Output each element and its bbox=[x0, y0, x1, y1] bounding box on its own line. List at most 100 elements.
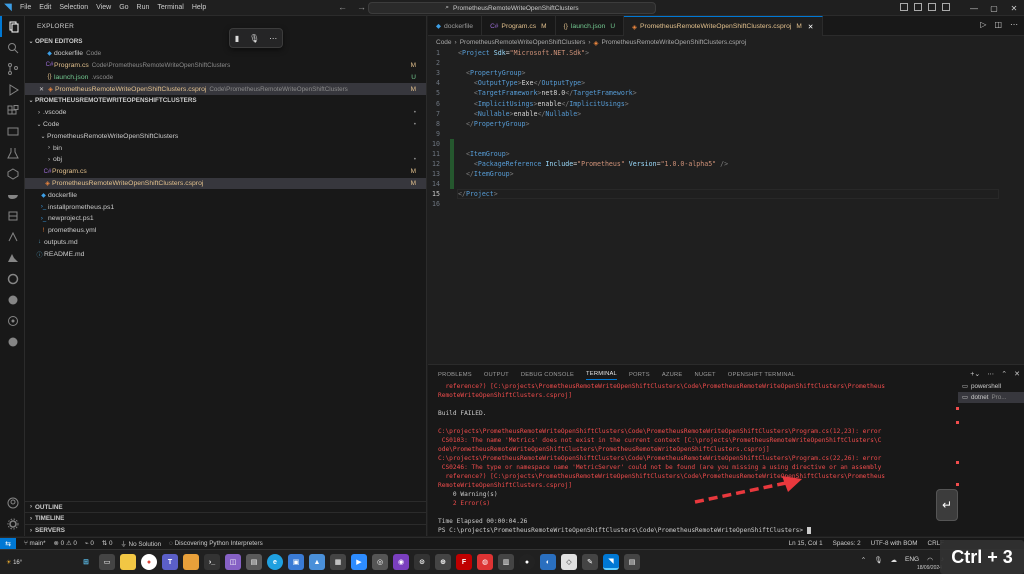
tree-file[interactable]: ◈ PrometheusRemoteWriteOpenShiftClusters… bbox=[25, 177, 426, 190]
redhat-icon[interactable] bbox=[0, 289, 25, 310]
open-editors-section[interactable]: ⌄ OPEN EDITORS bbox=[25, 36, 426, 48]
app-icon[interactable]: ◫ bbox=[225, 554, 241, 570]
git-status[interactable]: ⇅ 0 bbox=[102, 540, 113, 547]
code-line[interactable]: 11 <ItemGroup> bbox=[428, 148, 1024, 159]
tekton-icon[interactable] bbox=[0, 310, 25, 331]
tab-ports[interactable]: PORTS bbox=[629, 372, 650, 378]
settings-gear-icon[interactable] bbox=[0, 513, 25, 534]
app-icon[interactable]: ⊕ bbox=[435, 554, 451, 570]
tab-csproj[interactable]: ◈ PrometheusRemoteWriteOpenShiftClusters… bbox=[624, 16, 823, 36]
wifi-icon[interactable]: ◠ bbox=[927, 556, 933, 564]
tab-azure[interactable]: AZURE bbox=[662, 372, 683, 378]
code-line[interactable]: 10 bbox=[428, 138, 1024, 149]
app-icon[interactable]: ◍ bbox=[477, 554, 493, 570]
menu-terminal[interactable]: Terminal bbox=[157, 4, 183, 11]
close-icon[interactable]: ✕ bbox=[808, 23, 814, 31]
tab-openshift-terminal[interactable]: OPENSHIFT TERMINAL bbox=[728, 372, 796, 378]
clock-date[interactable]: 18/09/2024 bbox=[917, 565, 942, 571]
microphone-icon[interactable]: 🎙 bbox=[249, 34, 259, 43]
breadcrumb-item[interactable]: Code bbox=[436, 39, 452, 46]
breadcrumb-item[interactable]: PrometheusRemoteWriteOpenShiftClusters bbox=[460, 39, 586, 46]
open-editor-item[interactable]: {} launch.json .vscode U bbox=[25, 71, 426, 83]
toggle-panel-icon[interactable] bbox=[914, 3, 922, 11]
open-editor-item[interactable]: ✕ ◈ PrometheusRemoteWriteOpenShiftCluste… bbox=[25, 83, 426, 95]
tree-folder[interactable]: ⌄ Code • bbox=[25, 119, 426, 131]
toggle-sidebar-icon[interactable] bbox=[900, 3, 908, 11]
edge-icon[interactable]: e bbox=[267, 554, 283, 570]
drag-handle-icon[interactable]: ▮ bbox=[235, 34, 239, 43]
close-icon[interactable]: ✕ bbox=[1004, 4, 1024, 13]
tree-file[interactable]: ◆ dockerfile bbox=[25, 189, 426, 201]
open-editor-item[interactable]: ◆ dockerfile Code bbox=[25, 48, 426, 60]
menu-help[interactable]: Help bbox=[192, 4, 206, 11]
code-line[interactable]: 1 <Project Sdk="Microsoft.NET.Sdk"> bbox=[428, 48, 1024, 58]
tab-nuget[interactable]: NUGET bbox=[695, 372, 716, 378]
app-icon[interactable]: ▤ bbox=[624, 554, 640, 570]
app-icon[interactable]: ◎ bbox=[372, 554, 388, 570]
explorer-icon[interactable] bbox=[0, 16, 25, 37]
tree-file[interactable]: ↓ outputs.md bbox=[25, 237, 426, 249]
split-editor-icon[interactable]: ◫ bbox=[994, 20, 1002, 29]
cloud-icon[interactable]: ☁ bbox=[890, 556, 897, 564]
app-icon[interactable]: ⊙ bbox=[414, 554, 430, 570]
terminal-app-icon[interactable]: ›_ bbox=[204, 554, 220, 570]
code-line[interactable]: 15 </Project> bbox=[428, 189, 1024, 200]
photos-icon[interactable]: ▲ bbox=[309, 554, 325, 570]
app-icon[interactable]: ✎ bbox=[582, 554, 598, 570]
calculator-icon[interactable]: ▦ bbox=[330, 554, 346, 570]
chevron-up-icon[interactable]: ⌃ bbox=[861, 556, 866, 564]
branch-status[interactable]: ⑂ main* bbox=[24, 540, 46, 547]
search-icon[interactable] bbox=[0, 37, 25, 58]
terminal-list-item[interactable]: ▭ dotnet Pro... bbox=[958, 392, 1024, 403]
tree-file[interactable]: ! prometheus.yml bbox=[25, 225, 426, 237]
remote-explorer-icon[interactable] bbox=[0, 121, 25, 142]
forward-arrow-icon[interactable]: → bbox=[357, 2, 366, 12]
more-actions-icon[interactable]: ⋯ bbox=[1010, 20, 1018, 29]
close-icon[interactable]: ✕ bbox=[1014, 370, 1020, 378]
app-icon[interactable]: ▣ bbox=[288, 554, 304, 570]
maximize-icon[interactable]: ▢ bbox=[984, 4, 1004, 13]
menu-file[interactable]: File bbox=[20, 4, 31, 11]
tree-folder[interactable]: › .vscode • bbox=[25, 107, 426, 119]
app-icon[interactable]: ▤ bbox=[246, 554, 262, 570]
azure-icon[interactable] bbox=[0, 247, 25, 268]
run-debug-icon[interactable] bbox=[0, 79, 25, 100]
back-arrow-icon[interactable]: ← bbox=[338, 2, 347, 12]
customize-layout-icon[interactable] bbox=[942, 3, 950, 11]
tab-problems[interactable]: PROBLEMS bbox=[438, 372, 472, 378]
outline-section[interactable]: › OUTLINE bbox=[25, 500, 427, 513]
workspace-section[interactable]: ⌄ PROMETHEUSREMOTEWRITEOPENSHIFTCLUSTERS bbox=[25, 95, 426, 107]
command-center-search[interactable]: ⌕ PrometheusRemoteWriteOpenShiftClusters bbox=[368, 2, 656, 14]
tree-folder[interactable]: › obj • bbox=[25, 154, 426, 166]
code-line[interactable]: 6 <ImplicitUsings>enable</ImplicitUsings… bbox=[428, 98, 1024, 108]
servers-section[interactable]: › SERVERS bbox=[25, 524, 427, 536]
start-icon[interactable]: ⊞ bbox=[78, 554, 94, 570]
account-icon[interactable] bbox=[0, 492, 25, 513]
file-explorer-icon[interactable] bbox=[120, 554, 136, 570]
taskview-icon[interactable]: ▭ bbox=[99, 554, 115, 570]
folder-icon[interactable] bbox=[183, 554, 199, 570]
code-line[interactable]: 5 <TargetFramework>net8.0</TargetFramewo… bbox=[428, 88, 1024, 98]
run-icon[interactable]: ▷ bbox=[980, 20, 986, 29]
tab-dockerfile[interactable]: ◆ dockerfile bbox=[428, 16, 483, 36]
code-editor[interactable]: 1 <Project Sdk="Microsoft.NET.Sdk"> 2 3 <Pr… bbox=[428, 48, 1024, 364]
menu-run[interactable]: Run bbox=[137, 4, 150, 11]
terminal-list-item[interactable]: ▭ powershell bbox=[958, 381, 1024, 392]
code-line[interactable]: 13 </ItemGroup> bbox=[428, 169, 1024, 180]
chrome-icon[interactable]: ● bbox=[141, 554, 157, 570]
docker-icon[interactable] bbox=[0, 184, 25, 205]
ports-status[interactable]: ⌁ 0 bbox=[85, 540, 94, 547]
app-icon[interactable]: ◉ bbox=[393, 554, 409, 570]
code-line[interactable]: 2 bbox=[428, 58, 1024, 68]
indentation[interactable]: Spaces: 2 bbox=[833, 540, 861, 547]
app-icon[interactable]: ▥ bbox=[498, 554, 514, 570]
database-icon[interactable] bbox=[0, 205, 25, 226]
weather-widget[interactable]: ☀ 16° bbox=[0, 559, 40, 566]
breadcrumb-item[interactable]: PrometheusRemoteWriteOpenShiftClusters.c… bbox=[602, 39, 747, 46]
testing-icon[interactable] bbox=[0, 142, 25, 163]
new-terminal-icon[interactable]: +⌄ bbox=[970, 370, 980, 378]
tree-folder[interactable]: ⌄ PrometheusRemoteWriteOpenShiftClusters bbox=[25, 130, 426, 142]
deploy-icon[interactable] bbox=[0, 226, 25, 247]
encoding[interactable]: UTF-8 with BOM bbox=[871, 540, 918, 547]
tree-file[interactable]: ›_ newproject.ps1 bbox=[25, 213, 426, 225]
